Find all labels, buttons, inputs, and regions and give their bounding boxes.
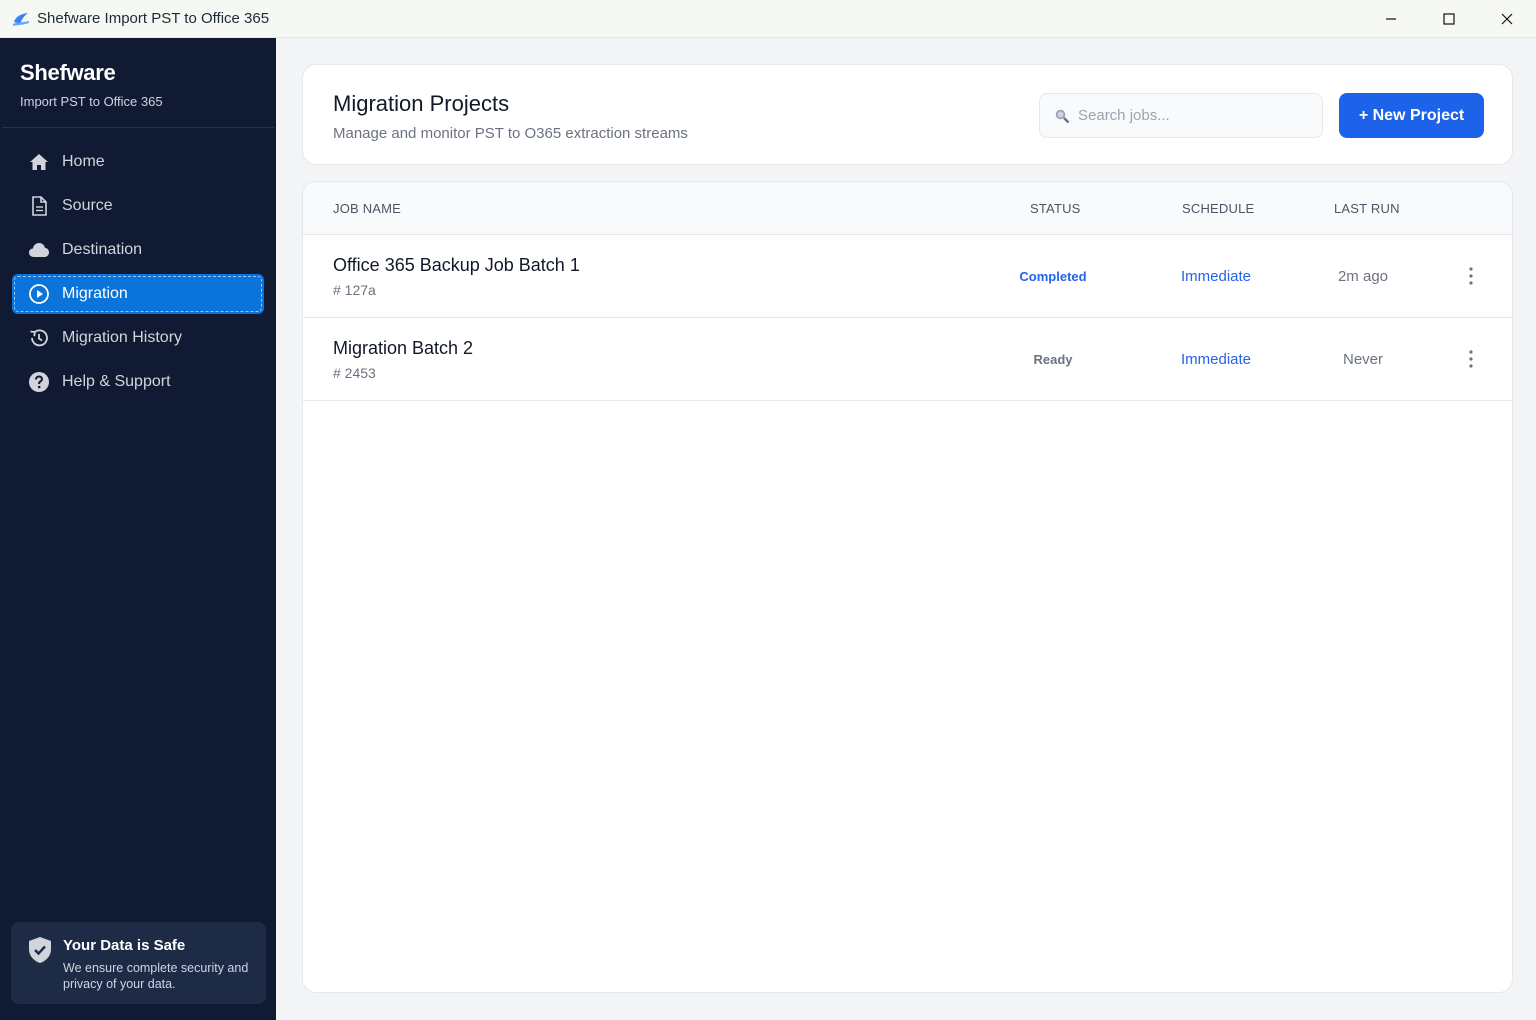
sidebar-item-label: Home <box>62 153 105 170</box>
status-badge: Ready <box>1033 352 1073 367</box>
row-menu-button[interactable] <box>1459 263 1483 289</box>
maximize-button[interactable] <box>1420 0 1478 38</box>
sidebar-item-home[interactable]: Home <box>12 142 264 182</box>
minimize-icon <box>1386 18 1396 20</box>
column-header-status: STATUS <box>1030 201 1081 216</box>
close-button[interactable] <box>1478 0 1536 38</box>
last-run: 2m ago <box>1337 268 1389 285</box>
minimize-button[interactable] <box>1362 0 1420 38</box>
schedule-link[interactable]: Immediate <box>1146 268 1286 285</box>
more-vertical-icon <box>1469 267 1473 285</box>
help-icon <box>28 371 50 393</box>
maximize-icon <box>1443 13 1455 25</box>
table-header: JOB NAME STATUS SCHEDULE LAST RUN <box>303 182 1512 235</box>
cloud-icon <box>28 239 50 261</box>
home-icon <box>28 151 50 173</box>
close-icon <box>1501 13 1513 25</box>
app-logo-icon <box>13 12 29 26</box>
job-name: Migration Batch 2 <box>333 338 474 358</box>
last-run: Never <box>1342 351 1383 368</box>
sidebar-item-source[interactable]: Source <box>12 186 264 226</box>
brand-subtitle: Import PST to Office 365 <box>20 94 163 109</box>
play-circle-icon <box>28 283 50 305</box>
search-icon <box>1055 109 1070 123</box>
page-header: Migration Projects Manage and monitor PS… <box>302 64 1513 165</box>
window-title: Shefware Import PST to Office 365 <box>37 10 270 27</box>
sidebar-item-migration[interactable]: Migration <box>12 274 264 314</box>
sidebar-item-label: Help & Support <box>62 373 171 390</box>
sidebar-item-label: Migration <box>62 285 128 302</box>
column-header-last-run: LAST RUN <box>1334 201 1400 216</box>
job-id: # 2453 <box>333 365 376 381</box>
brand: Shefware Import PST to Office 365 <box>2 38 274 128</box>
sidebar-item-help-support[interactable]: Help & Support <box>12 362 264 402</box>
table-row[interactable]: Migration Batch 2 # 2453 Ready Immediate… <box>303 318 1512 401</box>
shield-check-icon <box>29 937 51 963</box>
table-row[interactable]: Office 365 Backup Job Batch 1 # 127a Com… <box>303 235 1512 318</box>
safe-card-description: We ensure complete security and privacy … <box>63 960 248 992</box>
sidebar-item-destination[interactable]: Destination <box>12 230 264 270</box>
safe-card-desc-line2: privacy of your data. <box>63 977 176 991</box>
brand-name: Shefware <box>20 60 116 85</box>
sidebar-nav: Home Source Destination Migration Migrat… <box>0 142 276 402</box>
safe-card-title: Your Data is Safe <box>63 937 186 954</box>
row-menu-button[interactable] <box>1459 346 1483 372</box>
column-header-job-name: JOB NAME <box>333 201 402 216</box>
data-safe-card: Your Data is Safe We ensure complete sec… <box>11 922 266 1004</box>
more-vertical-icon <box>1469 350 1473 368</box>
sidebar-item-migration-history[interactable]: Migration History <box>12 318 264 358</box>
sidebar-item-label: Destination <box>62 241 143 258</box>
history-icon <box>28 327 50 349</box>
search-input[interactable] <box>1078 107 1298 124</box>
sidebar: Shefware Import PST to Office 365 Home S… <box>0 38 276 1020</box>
sidebar-item-label: Migration History <box>62 329 183 346</box>
safe-card-desc-line1: We ensure complete security and <box>63 961 249 975</box>
page-subtitle: Manage and monitor PST to O365 extractio… <box>333 125 688 142</box>
sidebar-item-label: Source <box>62 197 113 214</box>
document-icon <box>28 195 50 217</box>
schedule-link[interactable]: Immediate <box>1146 351 1286 368</box>
new-project-button[interactable]: + New Project <box>1339 93 1484 138</box>
page-title: Migration Projects <box>333 91 510 116</box>
search-box[interactable] <box>1039 93 1323 138</box>
column-header-schedule: SCHEDULE <box>1182 201 1255 216</box>
job-name: Office 365 Backup Job Batch 1 <box>333 255 580 275</box>
job-id: # 127a <box>333 282 376 298</box>
status-badge: Completed <box>1019 269 1087 284</box>
jobs-table: JOB NAME STATUS SCHEDULE LAST RUN Office… <box>302 181 1513 993</box>
title-bar: Shefware Import PST to Office 365 <box>0 0 1536 38</box>
